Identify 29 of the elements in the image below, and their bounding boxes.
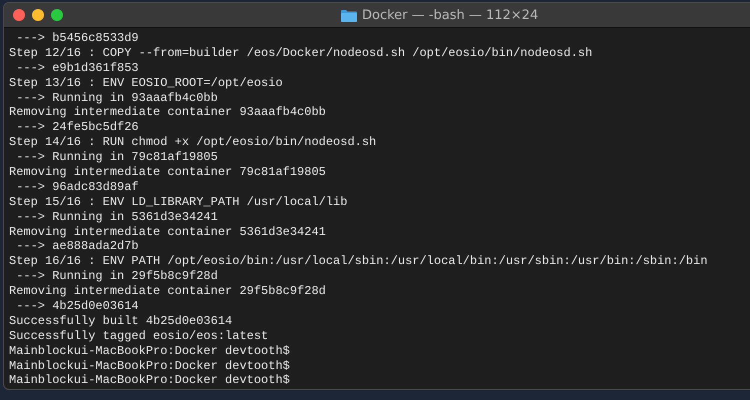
terminal-line: Removing intermediate container 93aaafb4c0bb <box>9 105 327 120</box>
terminal-line: Mainblockui-MacBookPro:Docker devtooth$ <box>9 373 291 388</box>
zoom-button[interactable] <box>51 9 63 21</box>
terminal-line: ---> b5456c8533d9 <box>15 31 140 46</box>
terminal-line: ---> 96adc83d89af <box>15 180 140 195</box>
terminal-line: Mainblockui-MacBookPro:Docker devtooth$ <box>9 344 291 359</box>
terminal-line: Step 16/16 : ENV PATH /opt/eosio/bin:/usr/local/sbin:/usr/local/bin:/usr/sbin:/usr/bin:/sbin:/bin <box>9 254 709 270</box>
terminal-line: ---> ae888ada2d7b <box>15 239 140 254</box>
terminal-line: Step 12/16 : COPY --from=builder /eos/Docker/nodeosd.sh /opt/eosio/bin/nodeosd.sh <box>9 46 594 61</box>
terminal-line: ---> 4b25d0e03614 <box>15 299 140 314</box>
terminal-line: ---> Running in 79c81af19805 <box>15 150 219 166</box>
terminal-line: ---> e9b1d361f853 <box>15 60 140 76</box>
terminal-line: ---> Running in 93aaafb4c0bb <box>15 90 219 106</box>
terminal-line: Mainblockui-MacBookPro:Docker devtooth$ <box>9 358 291 374</box>
terminal-line: Step 13/16 : ENV EOSIO_ROOT=/opt/eosio <box>9 76 284 91</box>
terminal-line: Step 15/16 : ENV LD_LIBRARY_PATH /usr/local/lib <box>9 194 348 210</box>
terminal-line: Removing intermediate container 79c81af19805 <box>9 165 327 180</box>
terminal-line: ---> Running in 5361d3e34241 <box>15 210 219 225</box>
terminal-line: ---> Running in 29f5b8c9f28d <box>15 269 219 284</box>
terminal-line: ---> 24fe5bc5df26 <box>15 120 140 136</box>
terminal-line: Successfully built 4b25d0e03614 <box>9 314 234 329</box>
window-title: Docker — -bash — 112×24 <box>362 8 538 22</box>
terminal-line: Successfully tagged eosio/eos:latest <box>9 328 270 344</box>
minimize-button[interactable] <box>32 9 44 21</box>
terminal-line: Removing intermediate container 29f5b8c9f28d <box>9 284 327 300</box>
terminal-line: Step 14/16 : RUN chmod +x /opt/eosio/bin/nodeosd.sh <box>9 135 378 150</box>
folder-icon <box>341 8 357 22</box>
terminal-line: Removing intermediate container 5361d3e34241 <box>9 224 327 240</box>
close-button[interactable] <box>13 9 25 21</box>
